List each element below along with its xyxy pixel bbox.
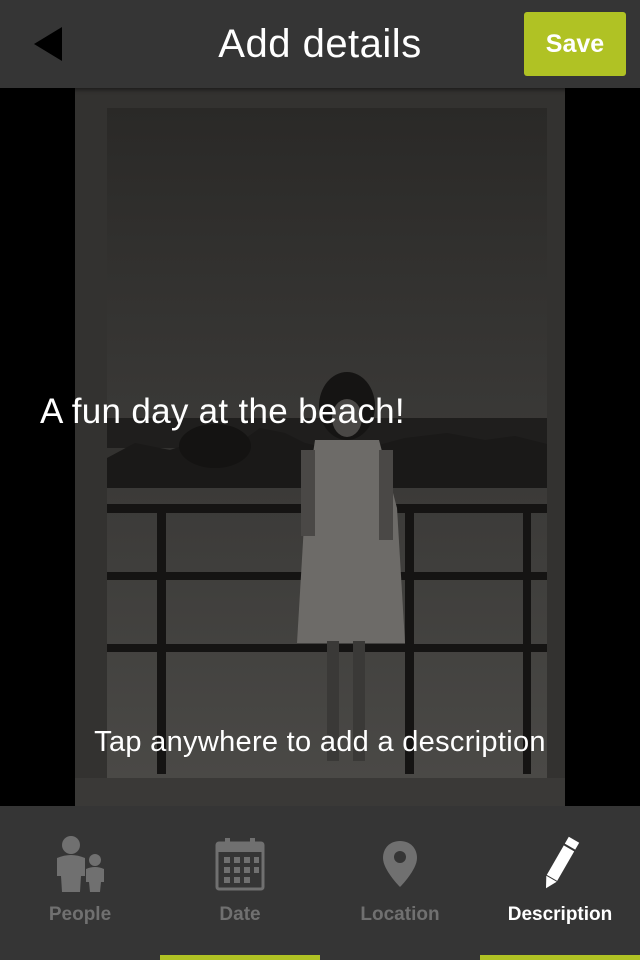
tab-people[interactable]: People	[0, 806, 160, 960]
back-button[interactable]	[22, 22, 72, 66]
people-icon	[57, 836, 104, 892]
pencil-icon	[546, 836, 580, 889]
tab-label: Date	[219, 904, 261, 925]
tab-label: Location	[360, 904, 440, 925]
tab-label: Description	[507, 904, 613, 925]
add-description-hint[interactable]: Tap anywhere to add a description	[0, 722, 640, 762]
photo	[75, 88, 565, 806]
tab-location[interactable]: Location	[320, 806, 480, 960]
tab-underline	[480, 955, 640, 960]
top-nav-bar: Add details Save	[0, 0, 640, 88]
save-button[interactable]: Save	[524, 12, 626, 76]
tab-label: People	[48, 904, 112, 925]
photo-area[interactable]: A fun day at the beach! Tap anywhere to …	[0, 88, 640, 806]
photo-description-text[interactable]: A fun day at the beach!	[40, 390, 405, 434]
tab-date[interactable]: Date	[160, 806, 320, 960]
calendar-icon	[215, 838, 265, 891]
bottom-tab-bar: People Date Location Description	[0, 806, 640, 960]
location-pin-icon	[383, 841, 417, 887]
back-arrow-icon	[34, 27, 62, 61]
add-details-screen: Add details Save A fun day at the beach!…	[0, 0, 640, 960]
tab-description[interactable]: Description	[480, 806, 640, 960]
tab-underline	[160, 955, 320, 960]
